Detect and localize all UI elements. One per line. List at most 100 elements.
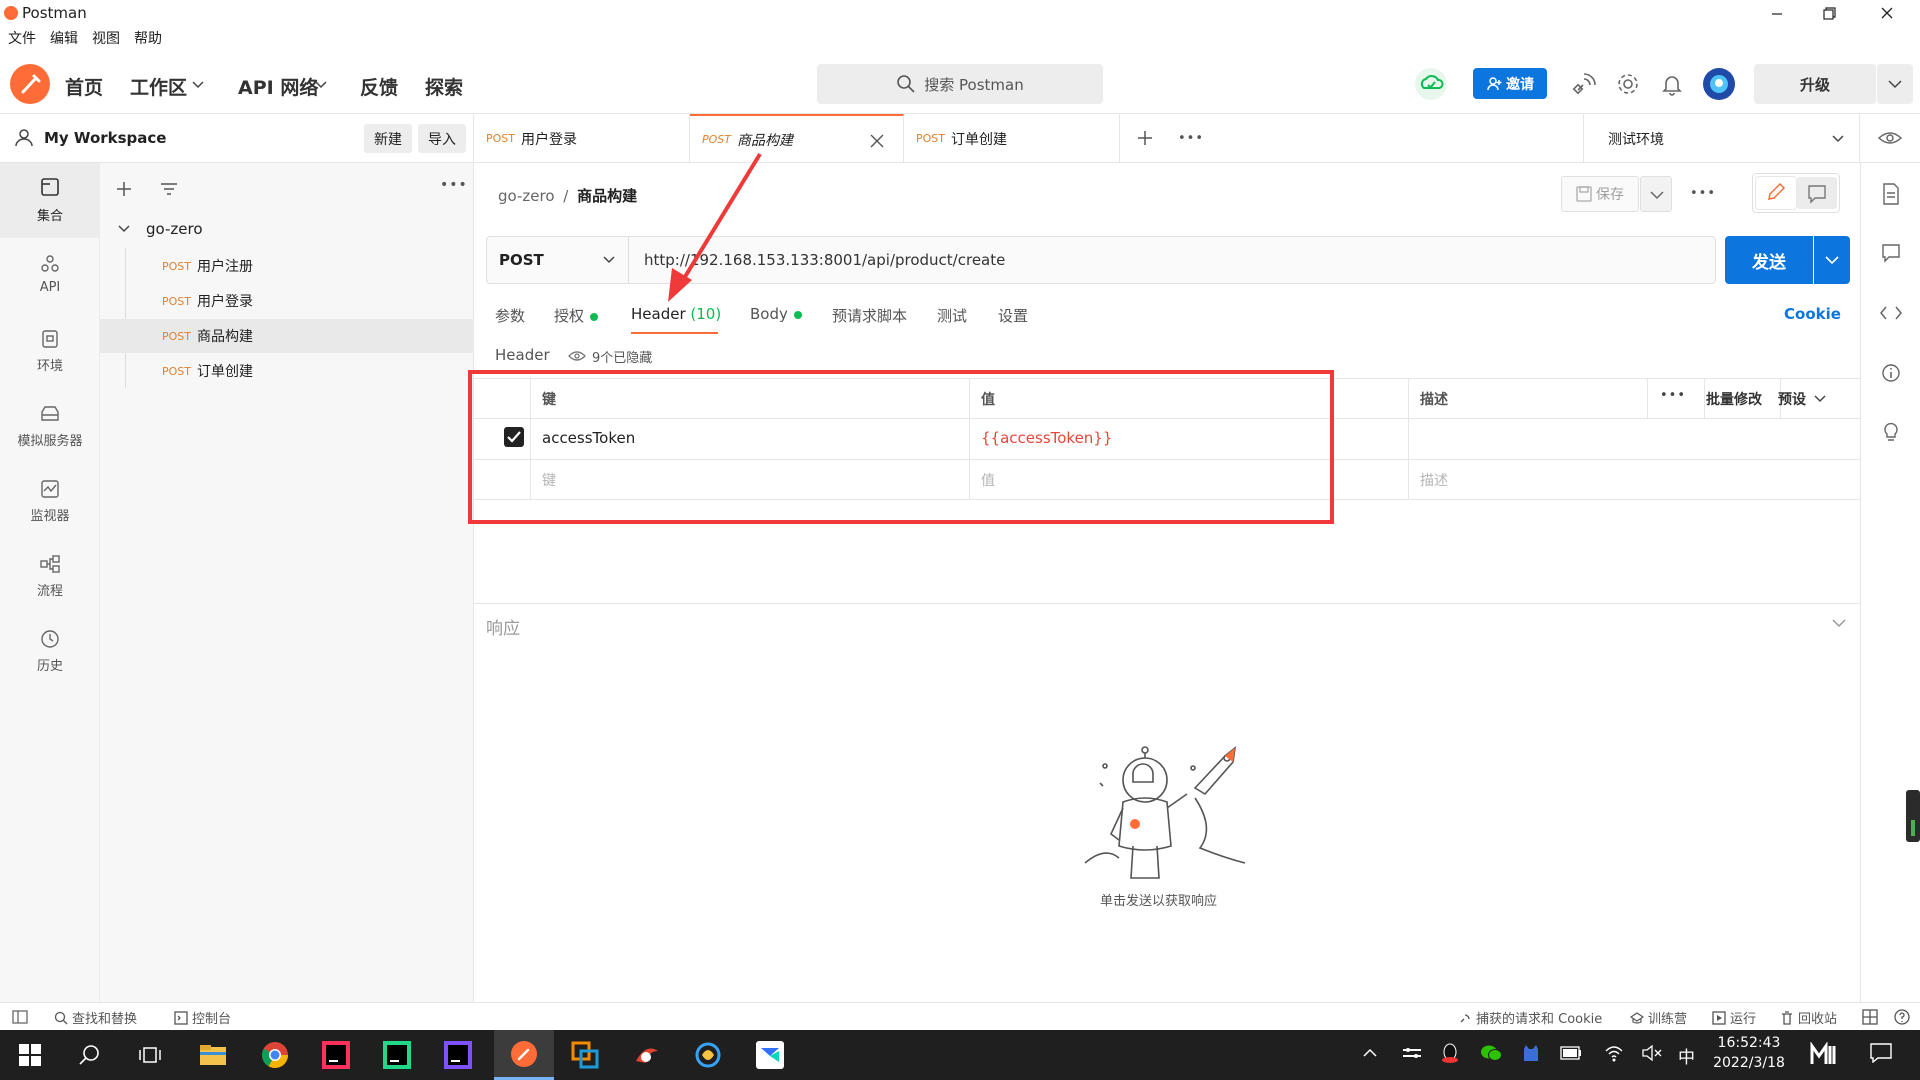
import-button[interactable]: 导入: [418, 124, 466, 153]
menu-file[interactable]: 文件: [8, 31, 36, 47]
file-explorer-icon[interactable]: [183, 1030, 243, 1080]
vmware-icon[interactable]: [555, 1030, 615, 1080]
chrome-icon[interactable]: [245, 1030, 305, 1080]
console-button[interactable]: 控制台: [174, 1008, 231, 1027]
restore-button[interactable]: [1814, 4, 1844, 24]
notification-center-icon[interactable]: [1870, 1043, 1892, 1063]
upgrade-dropdown-button[interactable]: [1877, 64, 1913, 104]
tab-order-create[interactable]: POST 订单创建: [904, 114, 1120, 163]
bulk-edit-button[interactable]: 批量修改: [1706, 389, 1762, 409]
task-view-icon[interactable]: [120, 1030, 180, 1080]
collection-name[interactable]: go-zero: [146, 220, 203, 238]
menu-view[interactable]: 视图: [92, 31, 120, 47]
breadcrumb-current[interactable]: 商品构建: [577, 187, 637, 205]
windows-start-icon[interactable]: [0, 1030, 60, 1080]
nav-feedback[interactable]: 反馈: [360, 73, 398, 100]
tab-auth[interactable]: 授权: [554, 305, 599, 326]
tab-more-icon[interactable]: •••: [1178, 131, 1204, 146]
bootcamp-button[interactable]: 训练营: [1630, 1008, 1687, 1027]
pycharm-icon[interactable]: [367, 1030, 427, 1080]
battery-icon[interactable]: [1560, 1046, 1582, 1060]
eye-icon[interactable]: [1878, 128, 1902, 148]
tab-settings[interactable]: 设置: [998, 305, 1028, 326]
request-more-icon[interactable]: •••: [1690, 186, 1716, 201]
goland-icon[interactable]: [428, 1030, 488, 1080]
app-icon[interactable]: [678, 1030, 738, 1080]
tab-user-login[interactable]: POST 用户登录: [474, 114, 690, 163]
wifi-icon[interactable]: [1604, 1044, 1624, 1062]
sidebar-toggle-icon[interactable]: [12, 1010, 28, 1024]
upgrade-button[interactable]: 升级: [1754, 64, 1876, 104]
bell-icon[interactable]: [1658, 70, 1686, 98]
comments-icon[interactable]: [1881, 243, 1901, 263]
taskbar-search-icon[interactable]: [60, 1030, 120, 1080]
collection-request-item[interactable]: POST 用户登录: [100, 284, 474, 318]
satellite-icon[interactable]: [1570, 70, 1598, 98]
new-description-input[interactable]: 描述: [1420, 470, 1448, 490]
info-icon[interactable]: [1881, 363, 1901, 383]
sidebar-item-collections[interactable]: 集合: [0, 163, 100, 238]
code-icon[interactable]: [1879, 303, 1903, 323]
environment-selector[interactable]: 测试环境: [1583, 114, 1860, 163]
chevron-down-icon[interactable]: [1832, 618, 1846, 628]
send-dropdown-button[interactable]: [1814, 236, 1850, 284]
sidebar-item-monitors[interactable]: 监视器: [0, 463, 100, 538]
save-dropdown-button[interactable]: [1640, 176, 1672, 212]
xshell-icon[interactable]: [616, 1030, 676, 1080]
menu-help[interactable]: 帮助: [134, 31, 162, 47]
ime-indicator[interactable]: 中: [1678, 1043, 1695, 1068]
help-icon[interactable]: [1894, 1009, 1910, 1025]
filter-input[interactable]: [146, 175, 430, 203]
gear-icon[interactable]: [1614, 70, 1642, 98]
presets-dropdown[interactable]: 预设: [1778, 389, 1826, 409]
add-icon[interactable]: [116, 181, 132, 197]
nav-api-network[interactable]: API 网络: [238, 73, 318, 100]
invite-button[interactable]: 邀请: [1473, 68, 1547, 99]
send-button[interactable]: 发送: [1725, 236, 1813, 284]
volume-muted-icon[interactable]: [1642, 1045, 1662, 1061]
feishu-icon[interactable]: [740, 1030, 800, 1080]
tab-prerequest-script[interactable]: 预请求脚本: [832, 305, 907, 326]
sidebar-item-environments[interactable]: 环境: [0, 313, 100, 388]
qq-icon[interactable]: [1440, 1043, 1460, 1063]
collection-request-item[interactable]: POST 订单创建: [100, 354, 474, 388]
runner-button[interactable]: 运行: [1712, 1008, 1756, 1027]
lightbulb-icon[interactable]: [1881, 421, 1901, 443]
documentation-icon[interactable]: [1881, 183, 1901, 205]
capture-button[interactable]: 捕获的请求和 Cookie: [1458, 1008, 1602, 1027]
sidebar-item-mock-servers[interactable]: 模拟服务器: [0, 388, 100, 463]
tray-cat-icon[interactable]: [1522, 1044, 1540, 1062]
edit-mode-button[interactable]: [1756, 177, 1796, 209]
find-replace-button[interactable]: 查找和替换: [54, 1008, 137, 1027]
sidebar-item-api[interactable]: API: [0, 238, 100, 313]
chevron-down-icon[interactable]: [118, 223, 130, 235]
filter-icon[interactable]: [160, 181, 178, 197]
breadcrumb-parent[interactable]: go-zero: [498, 187, 555, 205]
tray-logo-icon[interactable]: [1810, 1042, 1838, 1066]
close-icon[interactable]: [870, 134, 884, 148]
sync-cloud-icon[interactable]: [1415, 68, 1447, 100]
nav-explore[interactable]: 探索: [425, 73, 463, 100]
nav-home[interactable]: 首页: [65, 73, 103, 100]
new-button[interactable]: 新建: [364, 124, 412, 153]
close-window-button[interactable]: [1872, 4, 1902, 24]
tray-app-icon[interactable]: [1402, 1045, 1422, 1061]
nav-workspace[interactable]: 工作区: [130, 73, 187, 100]
collection-request-item-selected[interactable]: POST 商品构建: [100, 319, 474, 353]
tray-overflow-chevron-icon[interactable]: [1362, 1047, 1378, 1059]
table-more-icon[interactable]: •••: [1660, 388, 1686, 403]
sidebar-item-history[interactable]: 历史: [0, 613, 100, 688]
search-input[interactable]: 搜索 Postman: [817, 64, 1103, 104]
postman-home-logo-icon[interactable]: [10, 64, 50, 104]
intellij-icon[interactable]: [306, 1030, 366, 1080]
save-button[interactable]: 保存: [1561, 176, 1639, 212]
more-options-icon[interactable]: •••: [440, 177, 468, 193]
menu-edit[interactable]: 编辑: [50, 31, 78, 47]
clock[interactable]: 16:52:43 2022/3/18: [1704, 1033, 1794, 1077]
hidden-headers-toggle[interactable]: 9个已隐藏: [568, 345, 652, 367]
tab-params[interactable]: 参数: [495, 305, 525, 326]
comment-mode-button[interactable]: [1797, 177, 1837, 209]
wechat-icon[interactable]: [1480, 1043, 1502, 1063]
collection-request-item[interactable]: POST 用户注册: [100, 249, 474, 283]
postman-taskbar-icon[interactable]: [494, 1030, 554, 1080]
